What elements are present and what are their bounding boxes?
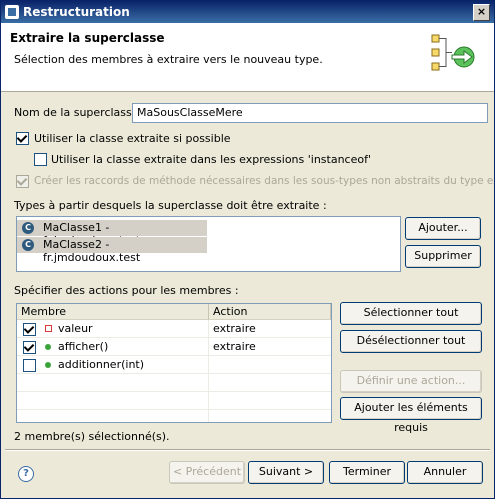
close-icon[interactable]: × bbox=[473, 4, 490, 21]
member-checkbox[interactable] bbox=[23, 359, 36, 372]
members-label: Spécifier des actions pour les membres : bbox=[14, 284, 239, 297]
member-checkbox[interactable] bbox=[23, 341, 36, 354]
app-icon bbox=[5, 5, 19, 19]
member-checkbox[interactable] bbox=[23, 323, 36, 336]
select-all-button[interactable]: Sélectionner tout bbox=[340, 302, 482, 325]
type-item-label: MaClasse2 - fr.jmdoudoux.test bbox=[43, 238, 141, 264]
use-instanceof-checkbox[interactable] bbox=[34, 153, 47, 166]
add-required-button[interactable]: Ajouter les éléments requis bbox=[340, 397, 482, 434]
next-button[interactable]: Suivant > bbox=[248, 461, 324, 484]
table-row-empty bbox=[17, 392, 331, 410]
cancel-button[interactable]: Annuler bbox=[407, 461, 483, 484]
remove-type-button[interactable]: Supprimer bbox=[405, 245, 481, 268]
method-icon bbox=[45, 344, 51, 350]
use-extracted-checkbox[interactable] bbox=[16, 132, 29, 145]
list-item[interactable]: C MaClasse2 - fr.jmdoudoux.test bbox=[17, 237, 207, 264]
members-table[interactable]: Membre Action valeur extraire afficher()… bbox=[16, 303, 332, 423]
wizard-banner: Extraire la superclasse Sélection des me… bbox=[1, 23, 494, 92]
define-action-button: Définir une action... bbox=[340, 370, 482, 393]
finish-button[interactable]: Terminer bbox=[329, 461, 405, 484]
banner-heading: Extraire la superclasse bbox=[10, 31, 165, 45]
window-title: Restructuration bbox=[23, 5, 130, 19]
banner-description: Sélection des membres à extraire vers le… bbox=[14, 53, 323, 66]
member-action[interactable]: extraire bbox=[213, 320, 256, 337]
table-row[interactable]: additionner(int) bbox=[17, 356, 331, 374]
class-icon: C bbox=[22, 222, 34, 234]
table-row[interactable]: valeur extraire bbox=[17, 320, 331, 338]
member-name: valeur bbox=[58, 322, 93, 335]
previous-button: < Précédent bbox=[169, 461, 245, 484]
help-icon[interactable]: ? bbox=[18, 466, 34, 482]
footer-separator bbox=[5, 449, 490, 451]
add-type-button[interactable]: Ajouter... bbox=[405, 217, 481, 240]
superclass-name-input[interactable]: MaSousClasseMere bbox=[132, 103, 488, 123]
member-name: additionner(int) bbox=[58, 358, 145, 371]
title-bar[interactable]: Restructuration × bbox=[1, 1, 494, 23]
method-icon bbox=[45, 362, 51, 368]
column-header-member[interactable]: Membre bbox=[17, 304, 209, 320]
class-icon: C bbox=[22, 239, 34, 251]
column-header-action[interactable]: Action bbox=[209, 304, 331, 320]
restructuration-dialog: Restructuration × Extraire la superclass… bbox=[0, 0, 495, 499]
types-list[interactable]: C MaClasse1 - fr.jmdoudoux.test C MaClas… bbox=[16, 216, 401, 272]
selection-status: 2 membre(s) sélectionné(s). bbox=[14, 430, 170, 443]
create-stubs-label: Créer les raccords de méthode nécessaire… bbox=[34, 175, 495, 187]
extract-superclass-wizard-icon bbox=[431, 34, 475, 71]
types-label: Types à partir desquels la superclasse d… bbox=[14, 199, 327, 212]
table-row[interactable]: afficher() extraire bbox=[17, 338, 331, 356]
use-instanceof-label[interactable]: Utiliser la classe extraite dans les exp… bbox=[51, 153, 371, 166]
list-item[interactable]: C MaClasse1 - fr.jmdoudoux.test bbox=[17, 220, 207, 247]
member-name: afficher() bbox=[58, 340, 109, 353]
superclass-name-label: Nom de la superclasse : bbox=[14, 106, 146, 119]
field-icon bbox=[45, 325, 52, 332]
member-action[interactable]: extraire bbox=[213, 338, 256, 355]
use-extracted-label[interactable]: Utiliser la classe extraite si possible bbox=[34, 132, 231, 145]
deselect-all-button[interactable]: Désélectionner tout bbox=[340, 330, 482, 353]
table-row-empty bbox=[17, 374, 331, 392]
create-stubs-checkbox bbox=[16, 175, 29, 188]
